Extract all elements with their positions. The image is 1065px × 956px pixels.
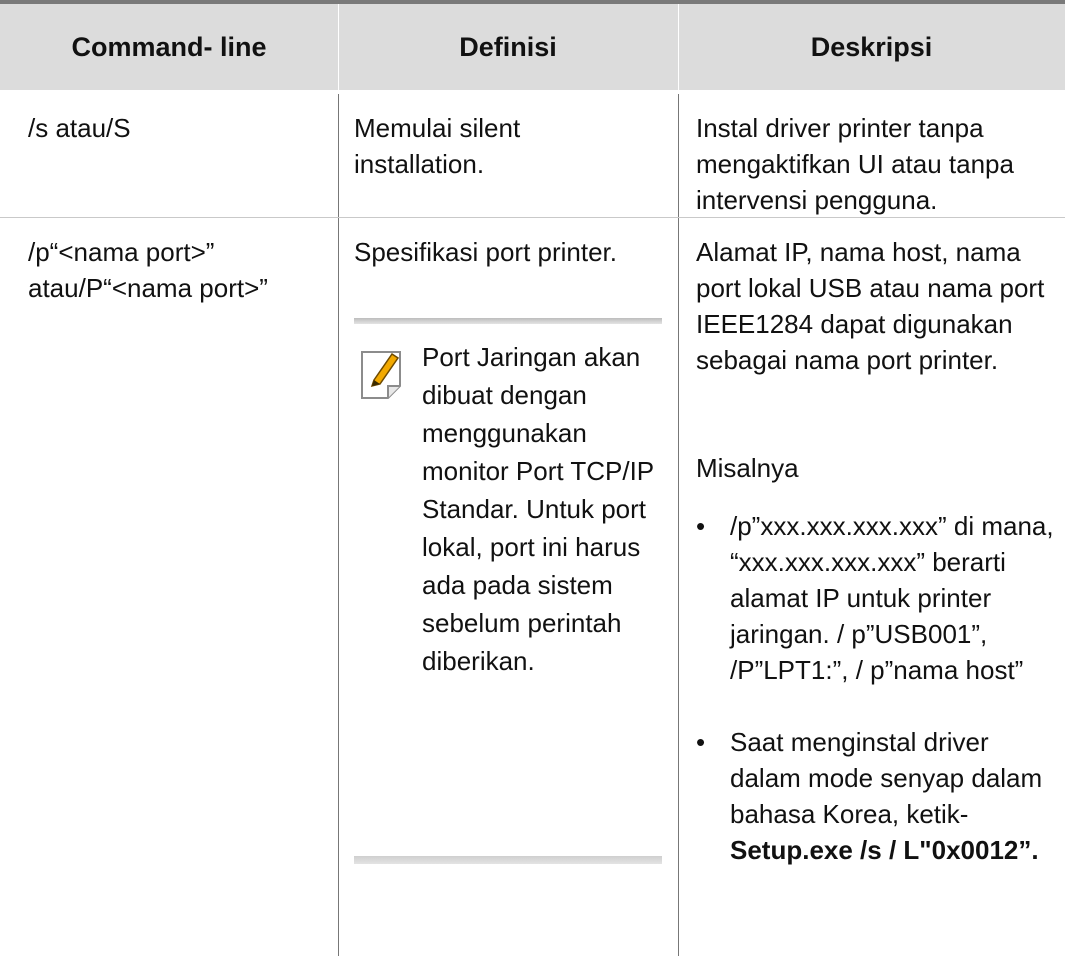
note-pencil-icon <box>356 346 408 402</box>
row1-command: /s atau/S <box>28 113 131 143</box>
header-definisi: Definisi <box>459 32 557 62</box>
note-text: Port Jaringan akan dibuat dengan menggun… <box>422 342 654 676</box>
bullet-2-text: Saat menginstal driver dalam mode senyap… <box>730 724 1062 868</box>
row1-description: Instal driver printer tanpa mengaktifkan… <box>696 113 1014 215</box>
header-divider-1 <box>338 4 339 90</box>
table-header: Command- line Definisi Deskripsi <box>0 0 1065 94</box>
column-divider-1 <box>338 94 339 956</box>
header-command-line: Command- line <box>71 32 267 62</box>
row2-description: Alamat IP, nama host, nama port lokal US… <box>696 237 1045 375</box>
bullet-2-marker: • <box>696 727 706 757</box>
row2-definition: Spesifikasi port printer. <box>354 237 618 267</box>
column-divider-2 <box>678 94 679 956</box>
bullet-1-text: /p”xxx.xxx.xxx.xxx” di mana, “xxx.xxx.xx… <box>730 511 1054 685</box>
bullet-2-prefix: Saat menginstal driver dalam mode senyap… <box>730 727 1043 829</box>
note-bottom-rule <box>354 856 662 864</box>
row2-command: /p“<nama port>” atau/P“<nama port>” <box>28 237 268 303</box>
example-label: Misalnya <box>696 453 799 483</box>
header-divider-2 <box>678 4 679 90</box>
row1-definition: Memulai silent installation. <box>354 113 521 179</box>
note-box: Port Jaringan akan dibuat dengan menggun… <box>354 318 662 918</box>
bullet-2-command: Setup.exe /s / L"0x0012”. <box>730 835 1039 865</box>
header-deskripsi: Deskripsi <box>810 32 933 62</box>
command-line-table: Command- line Definisi Deskripsi /s atau… <box>0 0 1065 956</box>
note-top-rule <box>354 318 662 324</box>
bullet-1-marker: • <box>696 511 706 541</box>
